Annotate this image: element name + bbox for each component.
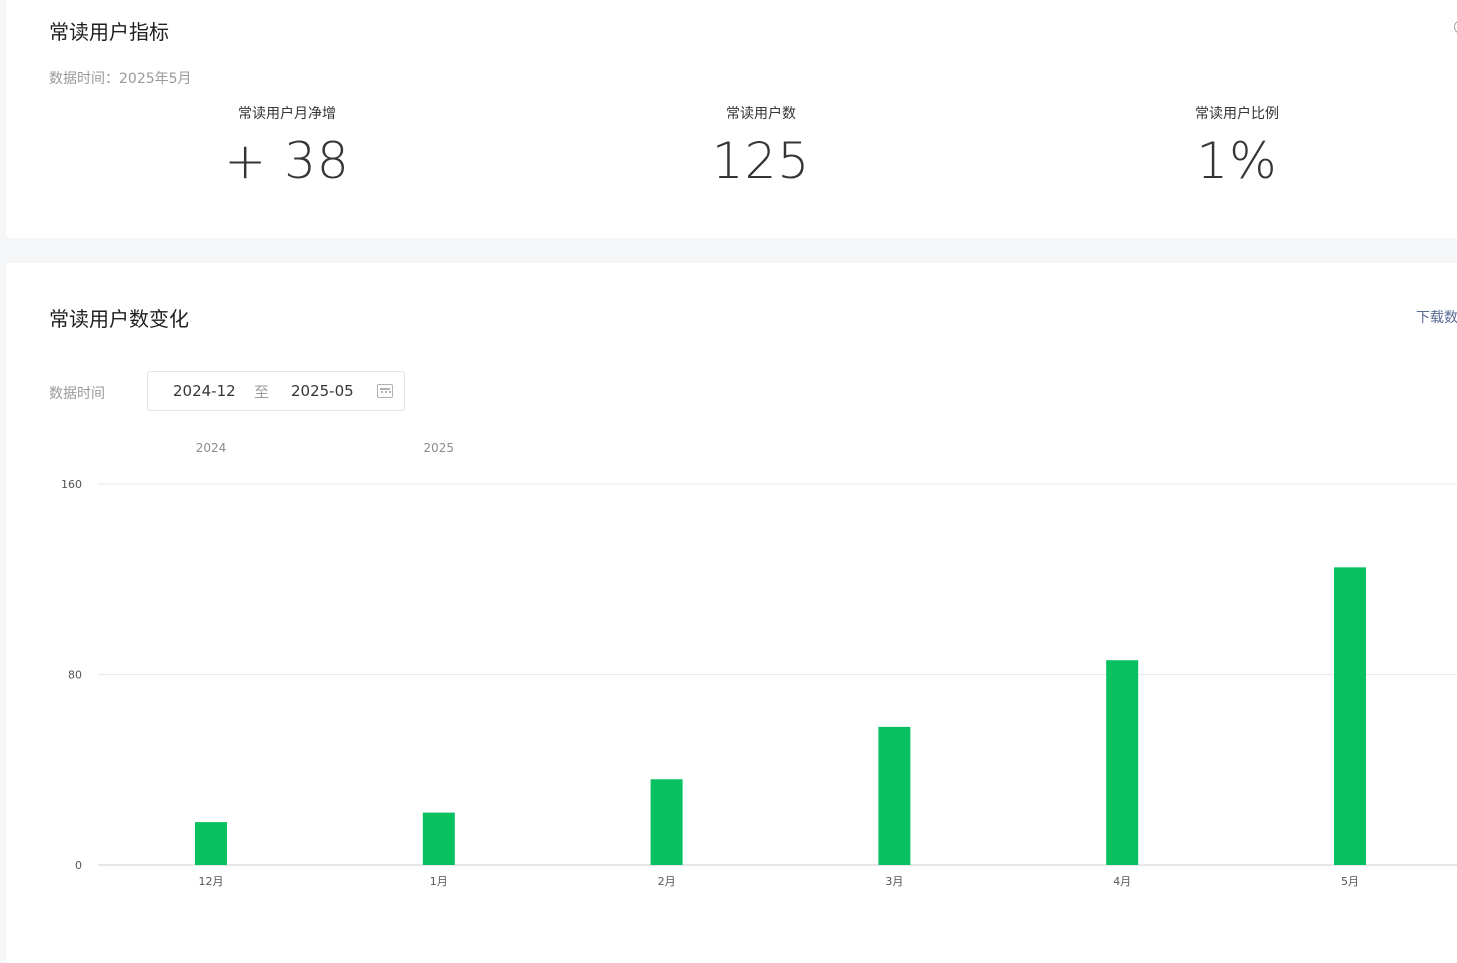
bar [878,726,911,865]
x-tick-label: 12月 [199,875,224,888]
year-label: 2025 [424,441,455,455]
bar-chart: 0 80 160 12月 1月 2月 3月 4月 5月 2024 2025 [61,441,1457,888]
x-tick-label: 2月 [658,875,676,888]
y-tick-label: 80 [68,669,82,682]
x-tick-label: 3月 [885,875,903,888]
y-tick-label: 160 [61,478,82,491]
bar [422,812,455,865]
y-tick-label: 0 [75,859,82,872]
year-label: 2024 [196,441,227,455]
chart-card: 常读用户数变化 下载数 数据时间 2024-12 至 2025-05 0 80 16… [6,263,1457,963]
bar [195,822,227,865]
x-tick-label: 4月 [1113,875,1131,888]
x-tick-label: 5月 [1341,875,1359,888]
bar [1106,660,1139,865]
x-tick-label: 1月 [430,875,448,888]
bar [650,779,683,865]
bar [1334,567,1366,865]
